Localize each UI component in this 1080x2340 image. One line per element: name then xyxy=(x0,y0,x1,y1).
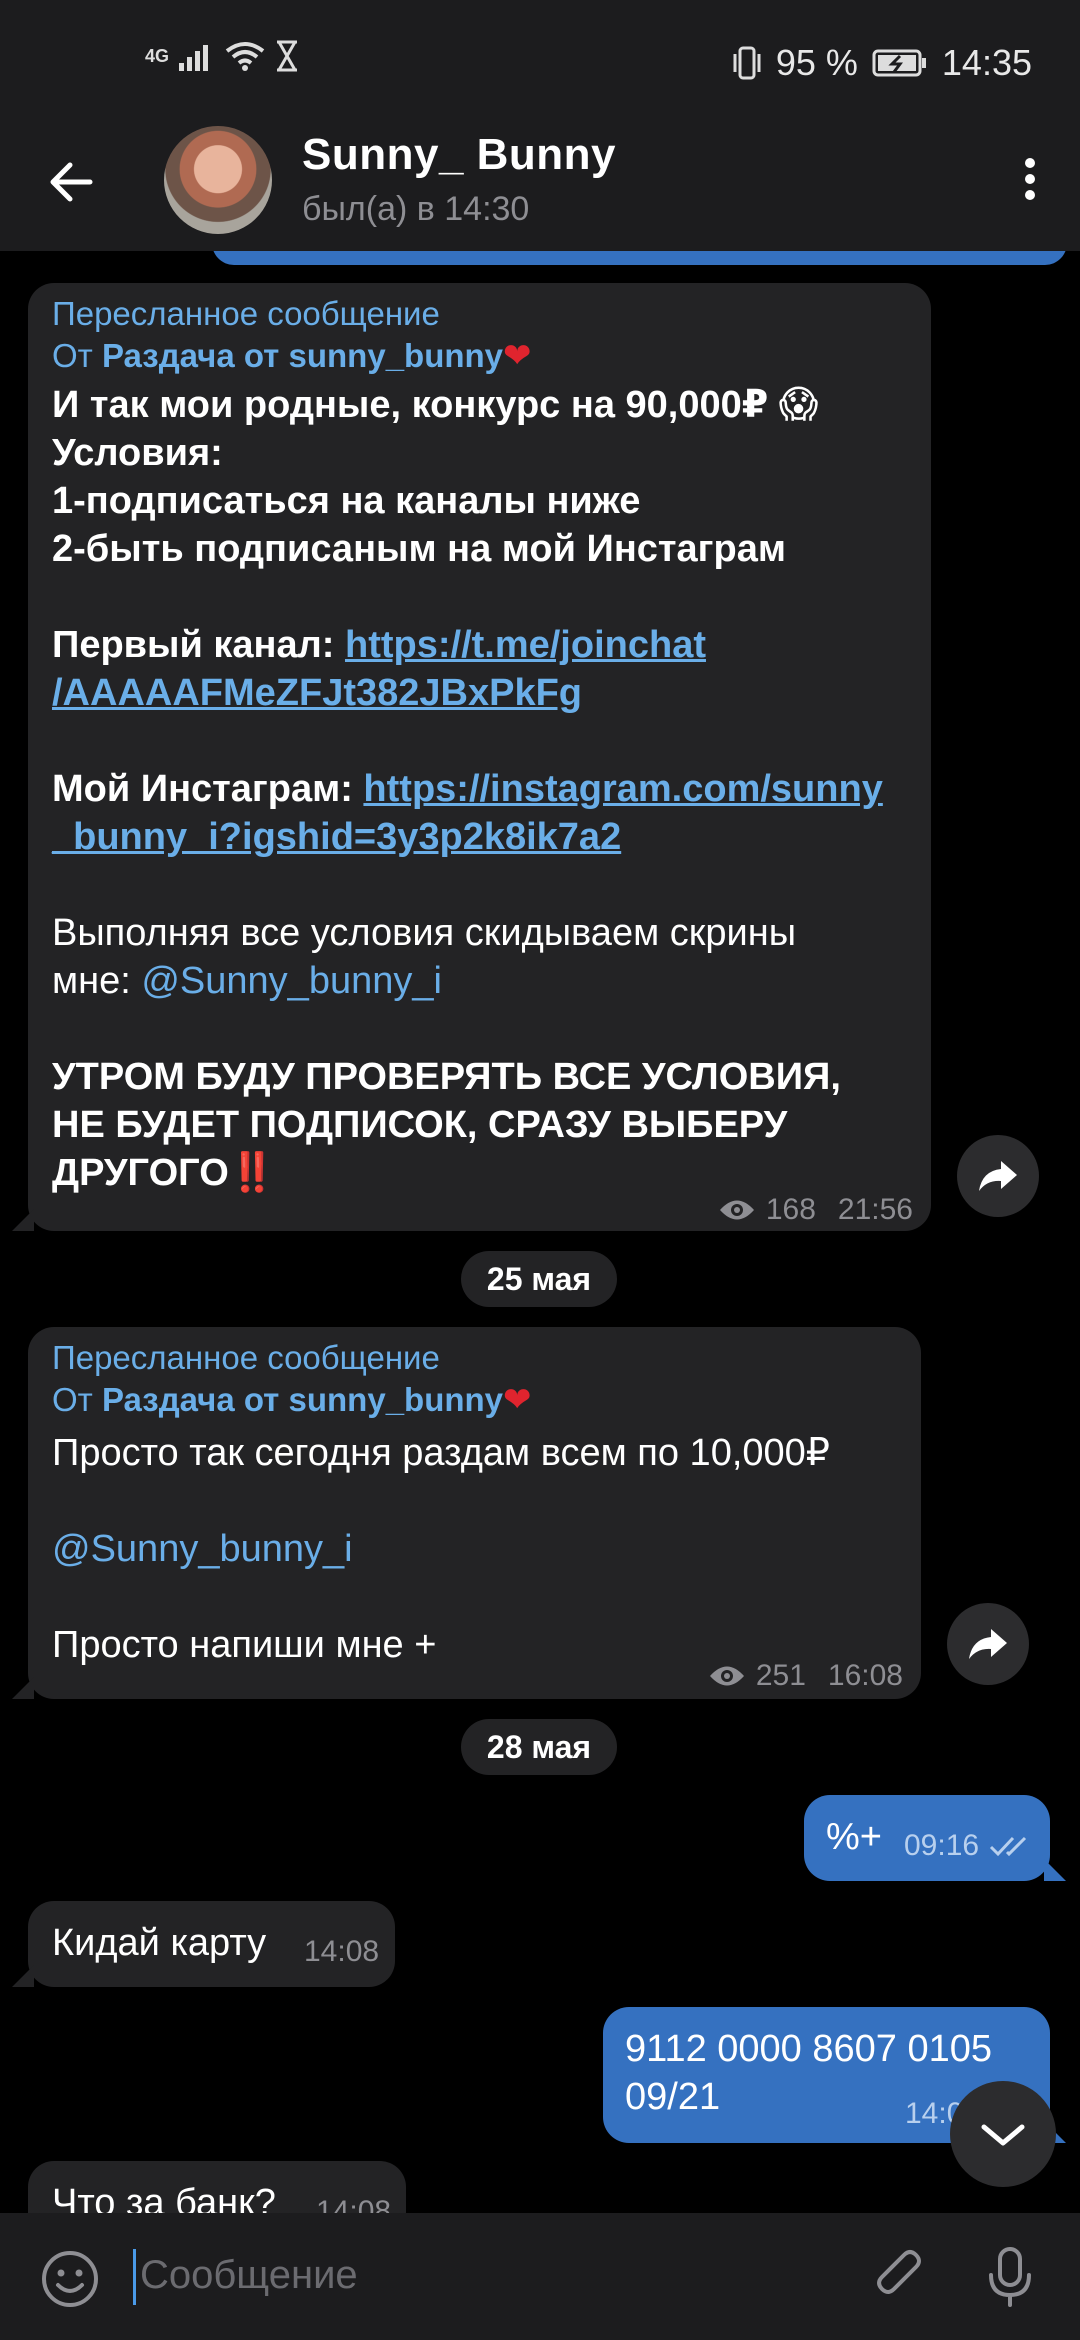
outgoing-message[interactable]: %+ 09:16 xyxy=(804,1795,1050,1881)
from-prefix: От xyxy=(52,337,102,374)
forwarded-from[interactable]: От Раздача от sunny_bunny❤ xyxy=(52,335,922,377)
eye-icon xyxy=(709,1666,744,1686)
network-type: 4G xyxy=(145,45,170,66)
arrow-left-icon[interactable] xyxy=(42,152,102,212)
incoming-message[interactable]: Кидай карту 14:08 xyxy=(28,1901,395,1987)
message-text: %+ xyxy=(826,1816,882,1858)
message-text-line: 9112 0000 8607 0105 xyxy=(625,2028,992,2070)
scroll-down-button[interactable] xyxy=(950,2081,1056,2187)
msg-line: ДРУГОГО xyxy=(52,1152,229,1194)
text-caret xyxy=(133,2249,136,2305)
date-separator: 25 мая xyxy=(461,1251,617,1307)
bubble-tail xyxy=(12,1209,34,1231)
msg-line: Выполняя все условия скидываем скрины xyxy=(52,912,797,954)
microphone-icon[interactable] xyxy=(985,2247,1035,2307)
avatar[interactable] xyxy=(164,126,272,234)
share-arrow-icon xyxy=(969,1629,1007,1659)
chat-title[interactable]: Sunny_ Bunny xyxy=(302,130,616,180)
forwarded-label: Пересланное сообщение xyxy=(52,295,440,332)
message-text: Кидай карту xyxy=(52,1922,267,1964)
message-meta: 09:16 xyxy=(904,1829,1033,1863)
last-seen-status: был(а) в 14:30 xyxy=(302,190,530,228)
more-vert-icon[interactable] xyxy=(1018,156,1042,204)
chevron-down-icon xyxy=(981,2124,1025,2146)
eye-icon xyxy=(719,1200,754,1220)
message-time: 14:08 xyxy=(304,1935,380,1968)
forwarded-message-2[interactable]: Пересланное сообщение От Раздача от sunn… xyxy=(28,1327,921,1699)
smile-icon[interactable] xyxy=(40,2249,100,2309)
message-time: 09:16 xyxy=(904,1829,980,1862)
status-bar: 4G 95 % 14:35 xyxy=(0,0,1080,108)
message-text: Что за банк? xyxy=(52,2182,276,2213)
message-meta: 168 21:56 xyxy=(718,1193,913,1227)
channel-label: Первый канал: xyxy=(52,624,345,666)
msg-line: Просто так сегодня раздам всем по 10,000… xyxy=(52,1432,830,1474)
forwarded-label: Пересланное сообщение xyxy=(52,1339,440,1376)
forward-source-link[interactable]: Раздача от sunny_bunny xyxy=(102,1381,503,1418)
battery-charging-icon xyxy=(872,49,926,77)
double-exclamation-icon: ‼️ xyxy=(228,1152,277,1194)
msg-line: 1-подписаться на каналы ниже xyxy=(52,480,641,522)
bubble-tail xyxy=(1044,1859,1066,1881)
share-button[interactable] xyxy=(947,1603,1029,1685)
message-input-bar: Сообщение xyxy=(0,2213,1080,2340)
clock: 14:35 xyxy=(941,42,1032,83)
message-meta: 14:08 xyxy=(316,2195,391,2213)
msg-line: И так мои родные, конкурс на 90,000₽ 😱 xyxy=(52,384,819,426)
msg-line: НЕ БУДЕТ ПОДПИСОК, СРАЗУ ВЫБЕРУ xyxy=(52,1104,788,1146)
view-count: 168 xyxy=(765,1193,816,1226)
instagram-link-cont[interactable]: _bunny_i?igshid=3y3p2k8ik7a2 xyxy=(52,816,621,858)
channel-link[interactable]: https://t.me/joinchat xyxy=(345,624,706,666)
chat-header: Sunny_ Bunny был(а) в 14:30 xyxy=(0,108,1080,251)
message-list[interactable]: Пересланное сообщение От Раздача от sunn… xyxy=(0,251,1080,2213)
battery-percent: 95 % xyxy=(775,42,858,83)
bubble-tail xyxy=(12,1677,34,1699)
share-button[interactable] xyxy=(957,1135,1039,1217)
msg-prefix: мне: xyxy=(52,960,142,1002)
forwarded-from[interactable]: От Раздача от sunny_bunny❤ xyxy=(52,1379,912,1421)
msg-line: УТРОМ БУДУ ПРОВЕРЯТЬ ВСЕ УСЛОВИЯ, xyxy=(52,1056,841,1098)
forwarded-message-1[interactable]: Пересланное сообщение От Раздача от sunn… xyxy=(28,283,931,1231)
share-arrow-icon xyxy=(979,1161,1017,1191)
paperclip-icon[interactable] xyxy=(870,2247,930,2307)
instagram-link[interactable]: https://instagram.com/sunny xyxy=(363,768,882,810)
bubble-tail xyxy=(12,1965,34,1987)
hourglass-icon xyxy=(277,40,298,72)
status-right: 95 % 14:35 xyxy=(732,42,1032,84)
message-time: 21:56 xyxy=(837,1193,913,1226)
channel-link-cont[interactable]: /AAAAAFMeZFJt382JBxPkFg xyxy=(52,672,582,714)
forward-source-link[interactable]: Раздача от sunny_bunny xyxy=(102,337,503,374)
wifi-icon xyxy=(225,42,265,71)
signal-icon xyxy=(179,45,209,71)
msg-line: Условия: xyxy=(52,432,223,474)
status-left: 4G xyxy=(145,40,299,72)
message-meta: 251 16:08 xyxy=(708,1659,903,1693)
message-input[interactable]: Сообщение xyxy=(140,2253,358,2298)
view-count: 251 xyxy=(755,1659,806,1692)
instagram-label: Мой Инстаграм: xyxy=(52,768,364,810)
msg-line: 2-быть подписаным на мой Инстаграм xyxy=(52,528,786,570)
message-time: 14:08 xyxy=(316,2195,392,2213)
from-prefix: От xyxy=(52,1381,102,1418)
incoming-message[interactable]: Что за банк? 14:08 xyxy=(28,2161,406,2213)
heart-icon: ❤ xyxy=(503,337,532,375)
mention-link[interactable]: @Sunny_bunny_i xyxy=(52,1528,353,1570)
heart-icon: ❤ xyxy=(503,1381,532,1419)
double-check-icon xyxy=(990,1836,1027,1857)
vibrate-icon xyxy=(733,46,761,80)
message-meta: 14:08 xyxy=(304,1935,379,1969)
message-time: 16:08 xyxy=(827,1659,903,1692)
message-bubble-partial[interactable] xyxy=(212,251,1067,265)
mention-link[interactable]: @Sunny_bunny_i xyxy=(141,960,442,1002)
date-separator: 28 мая xyxy=(461,1719,617,1775)
